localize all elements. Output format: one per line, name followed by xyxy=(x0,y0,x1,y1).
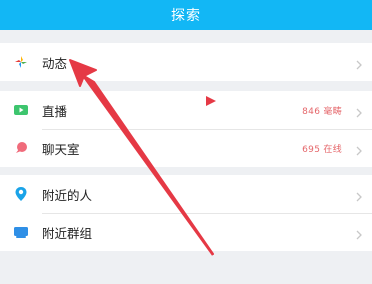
chatroom-icon xyxy=(13,140,29,156)
chevron-right-icon xyxy=(353,142,365,156)
live-viewer-count: 846 毫畴 xyxy=(302,106,342,117)
menu-item-label: 附近的人 xyxy=(42,187,93,203)
menu-item-label: 直播 xyxy=(42,103,68,119)
section-nearby: 附近的人 附近群组 xyxy=(0,175,372,251)
menu-item-label: 附近群组 xyxy=(42,225,93,241)
menu-item-live[interactable]: 直播 846 毫畴 xyxy=(0,91,372,129)
page-title: 探索 xyxy=(171,8,201,24)
menu-item-chatroom[interactable]: 聊天室 695 在线 xyxy=(0,129,372,167)
live-icon xyxy=(13,102,29,118)
chevron-right-icon xyxy=(353,188,365,202)
moments-icon xyxy=(13,54,29,70)
section-entertainment: 直播 846 毫畴 聊天室 695 在线 xyxy=(0,91,372,167)
group-icon xyxy=(13,224,29,240)
chatroom-online-count: 695 在线 xyxy=(302,144,342,155)
section-feed: 动态 xyxy=(0,43,372,81)
menu-item-nearby-groups[interactable]: 附近群组 xyxy=(0,213,372,251)
chevron-right-icon xyxy=(353,226,365,240)
menu-item-nearby-people[interactable]: 附近的人 xyxy=(0,175,372,213)
menu-item-moments[interactable]: 动态 xyxy=(0,43,372,81)
chevron-right-icon xyxy=(353,104,365,118)
location-pin-icon xyxy=(13,186,29,202)
chevron-right-icon xyxy=(353,56,365,70)
menu-item-label: 聊天室 xyxy=(42,141,80,157)
menu-item-label: 动态 xyxy=(42,55,68,71)
top-bar: 探索 xyxy=(0,0,372,30)
